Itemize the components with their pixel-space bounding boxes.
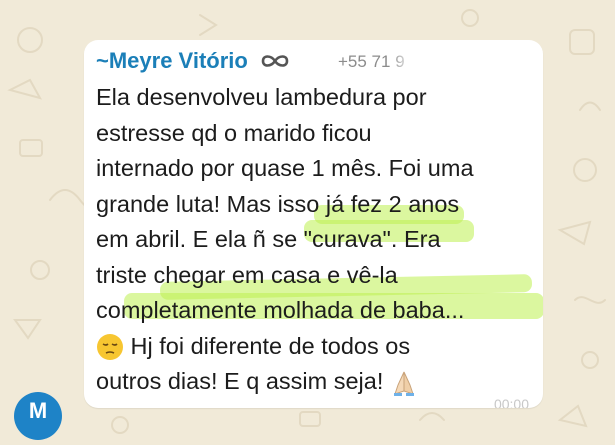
message-line: em abril. E ela ñ se "curava". Era [96,220,541,258]
message-bubble[interactable]: ~Meyre Vitório +55 71 9 Ela desenvolveu … [84,40,543,408]
message-line-text: triste chegar em casa e vê-la [96,261,398,288]
infinity-icon [261,55,289,67]
message-time: 00:00 [493,396,529,408]
message-line-text: grande luta! Mas isso já fez 2 anos [96,190,460,217]
avatar-initial: M [28,398,48,423]
message-line-text: Hj foi diferente de todos os [124,332,411,359]
sender-avatar[interactable]: M [14,392,62,440]
praying-hands-emoji [393,371,414,396]
message-line: outros dias! E q assim seja! [96,364,541,400]
message-line: Hj foi diferente de todos os [96,329,541,365]
message-line-text: estresse qd o marido ficou [96,119,372,146]
pensive-face-emoji [97,334,123,361]
message-line: internado por quase 1 mês. Foi uma [96,151,541,187]
message-line-text: internado por quase 1 mês. Foi uma [96,155,474,181]
phone-fade [390,48,430,76]
message-line-text: Ela desenvolveu lambedura por [96,84,427,110]
message-line: completamente molhada de baba... [96,293,543,329]
message-line-text: outros dias! E q assim seja! [96,368,390,394]
message-line: grande luta! Mas isso já fez 2 anos [96,187,541,224]
message-text: Ela desenvolveu lambedura por estresse q… [96,80,543,400]
message-line-text: completamente molhada de baba... [96,297,465,323]
message-line-text: em abril. E ela ñ se "curava". Era [96,226,441,252]
message-line: estresse qd o marido ficou [96,116,541,152]
sender-name[interactable]: ~Meyre Vitório [96,48,248,74]
message-line: triste chegar em casa e vê-la [96,258,541,300]
message-line: Ela desenvolveu lambedura por [96,80,541,116]
